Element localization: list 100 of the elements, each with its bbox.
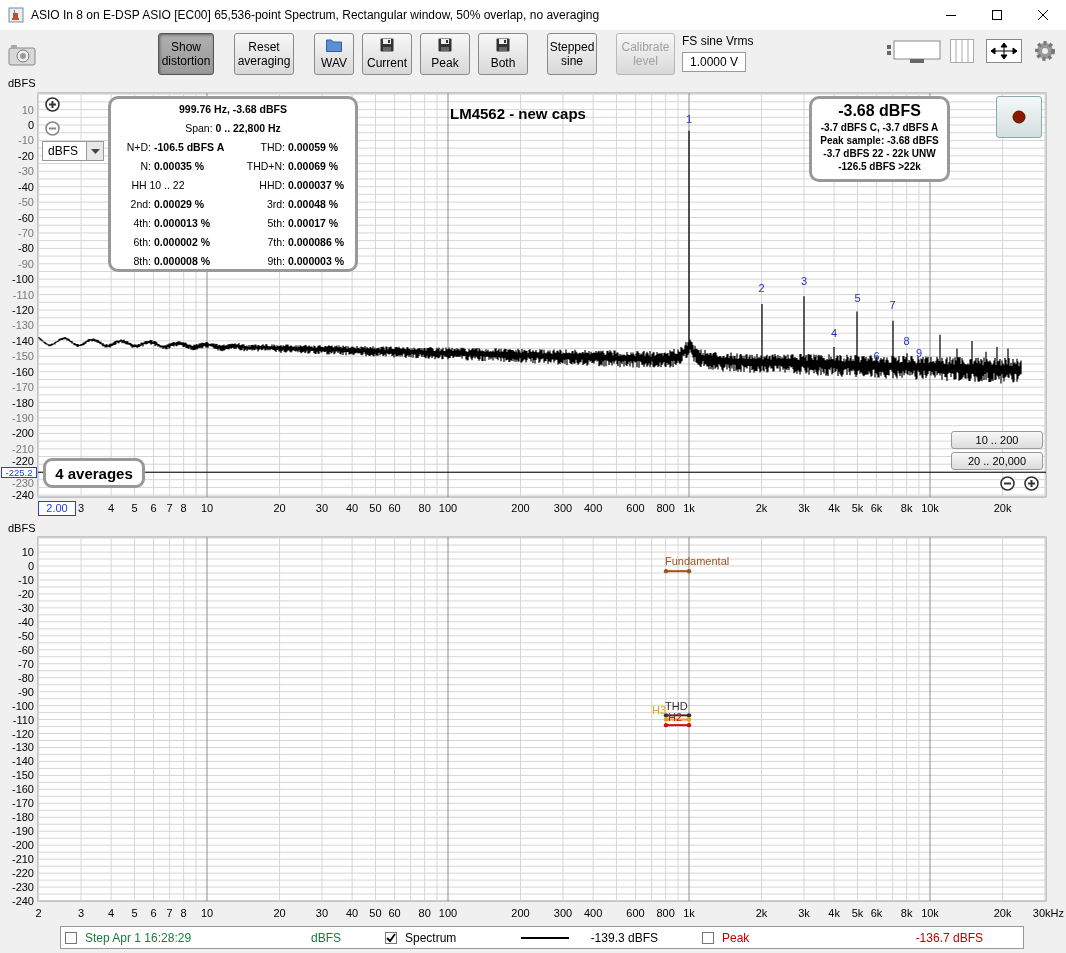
axis-tick-label: 2k [755, 907, 768, 919]
range-button[interactable]: 20 .. 20,000 [951, 452, 1043, 470]
axis-tick-label: 3 [77, 502, 85, 514]
layout-icon[interactable] [886, 38, 944, 64]
axis-tick-label: 3k [798, 907, 810, 919]
axis-tick-label: 4k [828, 907, 840, 919]
stat-value: 0.00017 % [288, 216, 340, 231]
chart-title: LM4562 - new caps [450, 105, 586, 122]
stat-label: THD: [259, 140, 286, 155]
zoom-out-icon[interactable] [1000, 476, 1015, 491]
stat-value: 0.000003 % [288, 254, 346, 269]
toolbar-button[interactable]: WAV [314, 33, 354, 75]
stat-value: -106.5 dBFS A [154, 140, 222, 155]
axis-tick-label: -240 [11, 895, 34, 908]
axis-tick-label: 10k [921, 502, 939, 514]
axis-tick-label: 10 [21, 546, 34, 559]
axis-tick-label: 6 [150, 907, 157, 919]
stat-label: 8th: [132, 254, 152, 269]
toolbar-button[interactable]: Current [362, 33, 412, 75]
axis-tick-label: -40 [18, 615, 34, 628]
caret-icon [90, 148, 100, 154]
record-button[interactable] [996, 96, 1042, 138]
stat-label: HHD: [258, 178, 286, 193]
axis-tick-label: 80 [418, 907, 431, 919]
axis-tick-label: 800 [656, 907, 675, 919]
axis-tick-label: 6k [870, 502, 883, 514]
harmonic-label: 4 [831, 327, 838, 340]
axis-tick-label: -50 [18, 629, 34, 642]
axis-tick-label: -20 [18, 149, 34, 162]
axis-tick-label: 8k [900, 502, 913, 514]
close-icon [1038, 10, 1048, 20]
axis-tick-label: -90 [18, 685, 34, 698]
axis-tick-label: -210 [11, 853, 34, 866]
camera-icon[interactable] [8, 44, 36, 66]
stat-label: 2nd: [129, 197, 152, 212]
axis-tick-label: -220 [11, 867, 34, 880]
toolbar-button[interactable]: Peak [420, 33, 470, 75]
axis-tick-label: -180 [11, 811, 34, 824]
range-button[interactable]: 10 .. 200 [951, 431, 1043, 449]
axis-tick-label: 5k [851, 907, 864, 919]
axis-tick-label: 20k [993, 907, 1012, 919]
checkbox[interactable] [385, 931, 397, 944]
field-label: FS sine Vrms [682, 34, 754, 48]
axis-tick-label: 40 [345, 907, 359, 919]
axis-tick-label: 100 [438, 907, 458, 919]
axis-tick-label: -30 [18, 165, 34, 178]
axis-tick-label: 300 [553, 502, 573, 514]
legend-reading: dBFS [311, 930, 341, 945]
axis-tick-label: 4k [828, 502, 840, 514]
axis-tick-label: 100 [438, 502, 458, 514]
stat-value: 0.000086 % [288, 235, 346, 250]
axis-tick-label: 10 [200, 907, 214, 919]
toolbar-button[interactable]: Show distortion [158, 33, 214, 75]
zoom-in-icon[interactable] [45, 97, 60, 112]
stat-label: 3rd: [265, 197, 286, 212]
unit-dropdown[interactable]: dBFS [42, 141, 104, 161]
stat-label: 4th: [132, 216, 152, 231]
harmonic-label: 3 [800, 274, 808, 287]
axis-tick-label: -100 [11, 699, 34, 712]
stat-label: 9th: [266, 254, 286, 269]
voltage-field[interactable]: 1.0000 V [682, 52, 746, 72]
level-detail: -3.7 dBFS 22 - 22k UNW [822, 147, 937, 160]
axis-tick-label: 50 [369, 907, 382, 919]
axis-tick-label: 0 [27, 119, 34, 131]
window-title: ASIO In 8 on E-DSP ASIO [EC00] 65,536-point Spectrum, Rectangular window, 50% overlap, no averaging [31, 8, 601, 22]
stat-value: 0.000008 % [154, 254, 212, 269]
axis-tick-label: 400 [583, 907, 603, 919]
legend-label: Peak [722, 930, 751, 945]
axis-tick-label: 200 [511, 907, 530, 919]
axis-tick-label: 4 [108, 502, 115, 514]
cursor-value: -225.2 [1, 467, 37, 478]
harmonic-label: 6 [873, 350, 880, 363]
axis-tick-label: -10 [18, 573, 34, 586]
record-icon [1012, 110, 1026, 124]
axis-tick-label: -10 [18, 134, 34, 147]
stat-value: 0.00029 % [154, 197, 206, 212]
toolbar-button[interactable]: Both [478, 33, 528, 75]
toolbar-button[interactable]: Reset averaging [234, 33, 294, 75]
readout-header: 999.76 Hz, -3.68 dBFS [178, 102, 288, 117]
axis-tick-label: 0 [27, 560, 34, 572]
toolbar-button[interactable]: Stepped sine [547, 33, 597, 75]
axis-tick-label: -230 [11, 476, 34, 489]
axis-tick-label: 6k [870, 907, 883, 919]
checkbox[interactable] [702, 931, 714, 944]
stat-value: 0.00069 % [288, 159, 340, 174]
axis-tick-label: -70 [18, 657, 34, 670]
level-detail: Peak sample: -3.68 dBFS [819, 134, 940, 147]
axis-tick-label: 7 [166, 502, 173, 514]
gear-icon[interactable] [1034, 40, 1056, 62]
stat-label: 7th: [266, 235, 286, 250]
zoom-in-icon[interactable] [1024, 476, 1039, 491]
checkbox[interactable] [65, 931, 77, 944]
marker-label: H3 [651, 704, 666, 716]
app-icon [8, 7, 24, 23]
axis-tick-label: 10k [921, 907, 939, 919]
axis-tick-label: 60 [388, 502, 401, 514]
axis-tick-label: 600 [626, 502, 645, 514]
move-arrows-icon[interactable] [986, 39, 1022, 63]
axis-tick-label: 3k [798, 502, 810, 514]
axis-tick-label: -150 [11, 350, 34, 363]
